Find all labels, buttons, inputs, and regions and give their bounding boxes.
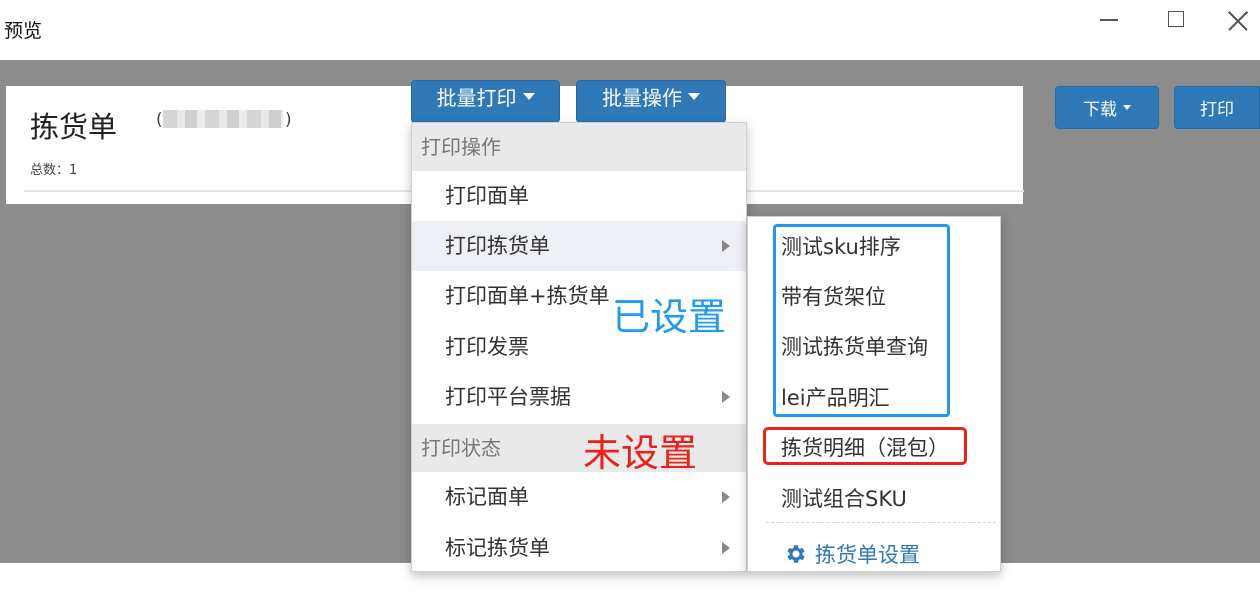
print-button[interactable]: 打印 — [1174, 86, 1260, 129]
paren-open: ( — [156, 110, 163, 130]
close-icon[interactable] — [1216, 6, 1260, 34]
caret-down-icon — [522, 93, 535, 100]
batch-print-label: 批量打印 — [436, 86, 517, 110]
unconfigured-annotation: 未设置 — [583, 431, 698, 475]
chevron-right-icon — [722, 542, 730, 554]
menu-item-mark-label[interactable]: 标记面单 — [412, 472, 746, 522]
menu-item-mark-picklist[interactable]: 标记拣货单 — [412, 523, 746, 573]
menu-item-print-picklist[interactable]: 打印拣货单 — [412, 221, 746, 271]
menu-item-label: 打印平台票据 — [445, 385, 571, 409]
picklist-settings-link[interactable]: 拣货单设置 — [783, 539, 920, 569]
batch-ops-button[interactable]: 批量操作 — [576, 80, 726, 123]
menu-item-label: 打印面单+拣货单 — [445, 284, 610, 308]
download-label: 下载 — [1083, 100, 1117, 120]
page-title: 拣货单 — [30, 110, 118, 144]
minimize-icon[interactable] — [1087, 6, 1131, 34]
menu-item-label: 打印发票 — [445, 335, 529, 359]
gear-icon — [787, 545, 805, 563]
paren-close: ) — [285, 110, 292, 130]
redacted-id — [163, 110, 283, 128]
maximize-icon[interactable] — [1153, 6, 1197, 34]
settings-label: 拣货单设置 — [815, 543, 920, 567]
menu-item-print-platform-docs[interactable]: 打印平台票据 — [412, 372, 746, 422]
batch-print-button[interactable]: 批量打印 — [411, 80, 560, 123]
window-title: 预览 — [4, 20, 43, 42]
menu-item-label: 打印面单 — [445, 184, 529, 208]
caret-down-icon — [688, 93, 700, 100]
configured-annotation: 已设置 — [612, 295, 727, 339]
title-bar: 预览 — [0, 0, 1260, 60]
menu-header-print-ops: 打印操作 — [412, 123, 746, 171]
menu-item-print-label[interactable]: 打印面单 — [412, 171, 746, 221]
unconfigured-highlight-box — [763, 427, 967, 465]
chevron-right-icon — [722, 391, 730, 403]
batch-ops-label: 批量操作 — [602, 86, 682, 110]
download-button[interactable]: 下载 — [1055, 86, 1159, 129]
submenu-item-template[interactable]: 测试组合SKU — [781, 483, 907, 513]
menu-item-label: 打印拣货单 — [445, 234, 550, 258]
batch-print-menu: 打印操作 打印面单 打印拣货单 打印面单+拣货单 打印发票 打印平台票据 打印状… — [411, 122, 747, 572]
chevron-right-icon — [722, 491, 730, 503]
chevron-right-icon — [722, 240, 730, 252]
total-count: 总数：1 — [30, 163, 78, 178]
menu-item-label: 标记拣货单 — [445, 536, 550, 560]
submenu-divider — [766, 522, 996, 523]
configured-highlight-box — [773, 224, 950, 417]
caret-down-icon — [1123, 105, 1131, 110]
menu-item-label: 标记面单 — [445, 485, 529, 509]
print-label: 打印 — [1200, 100, 1234, 120]
picklist-template-submenu: 测试sku排序 带有货架位 测试拣货单查询 lei产品明汇 拣货明细（混包） 测… — [747, 216, 1001, 572]
